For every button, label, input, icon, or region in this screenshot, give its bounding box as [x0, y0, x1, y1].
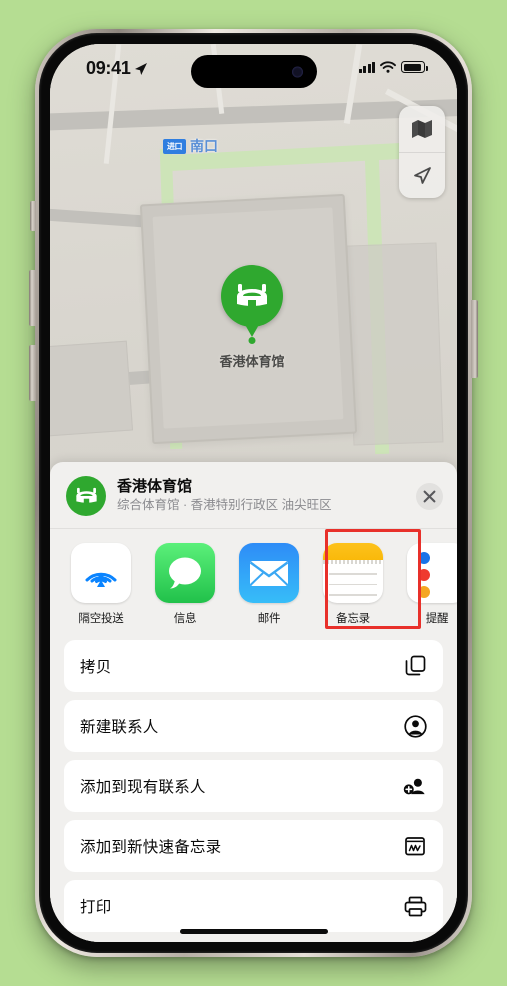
transit-badge: 进口 [163, 138, 186, 154]
share-app-label: 提醒 [425, 613, 449, 625]
share-app-label: 信息 [173, 613, 197, 625]
map-pin-anchor-dot [248, 337, 256, 344]
current-location-button[interactable] [399, 152, 445, 198]
share-app-notes[interactable]: 备忘录 [322, 543, 384, 626]
action-row-print[interactable]: 打印 [64, 880, 443, 932]
printer-glyph [404, 896, 426, 916]
action-row-copy[interactable]: 拷贝 [64, 640, 443, 692]
stadium-icon [75, 487, 97, 504]
status-bar: 09:41 [50, 44, 457, 96]
stadium-icon [237, 284, 267, 307]
printer-icon [403, 894, 427, 918]
person-add-glyph [403, 778, 425, 795]
action-group-print: 打印 [64, 880, 443, 932]
share-app-row[interactable]: 隔空投送 信息 邮件 备忘录 提醒 [50, 529, 457, 634]
person-circle-icon [403, 714, 427, 738]
copy-glyph [405, 655, 425, 676]
action-label: 打印 [80, 899, 112, 916]
location-arrow-icon [134, 62, 147, 75]
map-controls [399, 106, 445, 198]
volume-up-button[interactable] [29, 270, 36, 326]
airdrop-glyph [85, 572, 117, 587]
share-app-reminders[interactable]: 提醒 [406, 543, 457, 626]
messages-icon [155, 543, 215, 603]
mail-icon [239, 543, 299, 603]
action-label: 添加到新快速备忘录 [80, 839, 222, 856]
battery-icon [401, 61, 428, 73]
share-app-label: 备忘录 [336, 613, 370, 625]
action-group-contacts: 新建联系人 [64, 700, 443, 752]
share-app-airdrop[interactable]: 隔空投送 [70, 543, 132, 626]
action-row-add-existing-contact[interactable]: 添加到现有联系人 [64, 760, 443, 812]
share-app-messages[interactable]: 信息 [154, 543, 216, 626]
map-icon [412, 120, 432, 138]
map-pin-label: 香港体育馆 [219, 354, 285, 369]
reminders-dot-blue [418, 552, 430, 564]
action-label: 添加到现有联系人 [80, 779, 206, 796]
share-sheet-header: 香港体育馆 综合体育馆 · 香港特别行政区 油尖旺区 [50, 462, 457, 529]
notes-perforation [323, 560, 383, 564]
share-app-label: 邮件 [257, 613, 281, 625]
quick-note-glyph [405, 837, 425, 856]
map-pin-hong-kong-coliseum[interactable]: 香港体育馆 [202, 265, 302, 370]
share-app-label: 隔空投送 [78, 613, 124, 625]
place-avatar [66, 476, 106, 516]
notes-line [329, 583, 377, 586]
front-camera [291, 66, 303, 77]
dynamic-island [190, 55, 317, 88]
reminders-dot-orange [418, 586, 430, 598]
status-bar-indicators [358, 61, 428, 73]
person-circle-glyph [403, 714, 427, 738]
notes-icon [323, 543, 383, 603]
status-bar-time: 09:41 [86, 58, 131, 78]
quick-note-icon [403, 834, 427, 858]
action-group-quick-note: 添加到新快速备忘录 [64, 820, 443, 872]
navigation-arrow-icon [414, 166, 431, 184]
share-sheet-subtitle: 综合体育馆 · 香港特别行政区 油尖旺区 [117, 498, 332, 513]
action-row-new-quick-note[interactable]: 添加到新快速备忘录 [64, 820, 443, 872]
share-sheet: 香港体育馆 综合体育馆 · 香港特别行政区 油尖旺区 隔空投送 信息 邮件 备忘… [50, 462, 457, 942]
map-layers-button[interactable] [399, 106, 445, 152]
action-label: 拷贝 [80, 659, 112, 676]
envelope-glyph [249, 561, 289, 586]
action-group-existing-contact: 添加到现有联系人 [64, 760, 443, 812]
share-sheet-title: 香港体育馆 [117, 477, 193, 495]
reminders-icon [407, 543, 457, 603]
home-indicator[interactable] [179, 929, 328, 934]
status-bar-time-group: 09:41 [86, 58, 148, 79]
airdrop-icon [71, 543, 131, 603]
silent-switch[interactable] [30, 201, 36, 231]
person-add-icon [403, 774, 427, 798]
cellular-signal-icon [358, 61, 375, 73]
transit-label-text: 南口 [190, 138, 218, 154]
map-building [346, 242, 444, 446]
phone-screen: 进口 南口 香港体育馆 09:41 香港体育馆 综合体育馆 · 香港特别行政区 … [50, 44, 457, 942]
volume-down-button[interactable] [29, 345, 36, 401]
stadium-pin-icon [221, 265, 283, 327]
map-building [50, 340, 134, 438]
notes-line [329, 573, 377, 575]
power-button[interactable] [471, 300, 478, 378]
action-row-new-contact[interactable]: 新建联系人 [64, 700, 443, 752]
reminders-dot-red [418, 569, 430, 581]
chat-bubble-glyph [169, 557, 201, 589]
share-actions-list: 拷贝 新建联系人 添加到现有联系人 添加到新快速备忘录 打印 [50, 634, 457, 942]
copy-icon [403, 654, 427, 678]
close-icon [423, 490, 436, 502]
notes-line [329, 594, 377, 596]
action-group-copy: 拷贝 [64, 640, 443, 692]
share-app-mail[interactable]: 邮件 [238, 543, 300, 626]
notes-header-band [323, 543, 383, 560]
map-transit-label: 进口 南口 [163, 136, 218, 156]
share-sheet-titles: 香港体育馆 综合体育馆 · 香港特别行政区 油尖旺区 [117, 478, 405, 515]
action-label: 新建联系人 [80, 719, 159, 736]
close-button[interactable] [416, 482, 443, 510]
wifi-icon [380, 61, 396, 73]
